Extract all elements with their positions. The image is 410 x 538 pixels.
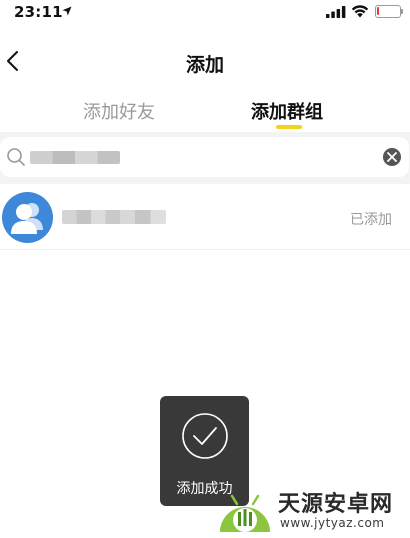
group-name-redacted: [62, 210, 166, 224]
android-logo-icon: [220, 494, 270, 532]
battery-tip: [401, 9, 403, 14]
clear-search-button[interactable]: [383, 148, 401, 166]
watermark-title: 天源安卓网: [278, 492, 394, 517]
search-icon: [7, 148, 25, 166]
added-status-label: 已添加: [350, 212, 392, 228]
group-avatar-icon: [2, 192, 53, 243]
check-circle-icon: [182, 413, 228, 459]
clear-icon: [387, 152, 397, 162]
tab-add-friend[interactable]: 添加好友: [83, 98, 155, 124]
nav-bar: 添加: [0, 36, 410, 86]
status-time: 23:11: [14, 3, 63, 21]
tab-add-group[interactable]: 添加群组: [251, 98, 323, 124]
group-result-row[interactable]: 已添加: [0, 184, 410, 250]
watermark-url: www.jytyaz.com: [280, 516, 385, 530]
cellular-signal-icon: [326, 6, 346, 18]
battery-level: [377, 7, 379, 15]
battery-icon: [375, 5, 401, 18]
status-bar: 23:11: [0, 0, 410, 26]
wifi-icon: [351, 5, 369, 18]
search-input[interactable]: [0, 137, 409, 177]
page-title: 添加: [185, 54, 224, 76]
watermark: 天源安卓网 www.jytyaz.com: [210, 480, 408, 536]
location-arrow-icon: [62, 6, 72, 16]
tab-bar: 添加好友 添加群组: [0, 92, 410, 130]
active-tab-indicator: [276, 125, 302, 129]
search-query-redacted: [30, 151, 120, 164]
